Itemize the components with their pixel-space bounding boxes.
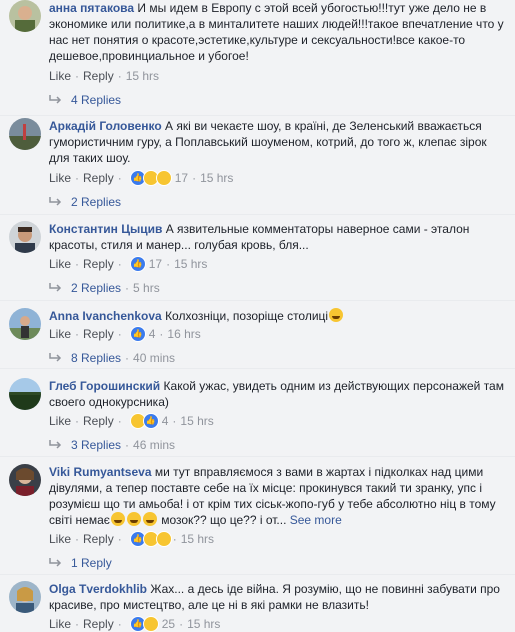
reactions[interactable]: 👍 [129,616,159,632]
comment-timestamp[interactable]: 15 hrs [187,617,220,631]
replies-count: 2 Replies [71,281,122,295]
avatar[interactable] [9,0,41,32]
like-link[interactable]: Like [49,69,71,83]
view-replies-link[interactable]: 2 Replies [49,194,121,210]
like-link[interactable]: Like [49,532,71,546]
comment-timestamp[interactable]: 15 hrs [200,171,233,185]
like-link[interactable]: Like [49,171,71,185]
comment-timestamp[interactable]: 16 hrs [167,327,200,341]
comment-author[interactable]: Viki Rumyantseva [49,465,152,479]
laughing-emoji-icon [142,512,157,526]
like-reaction-icon: 👍 [129,326,146,342]
reply-arrow-icon [49,283,62,292]
reactions[interactable]: 👍 [129,170,172,186]
comment-author[interactable]: анна пятакова [49,1,134,15]
comment-author[interactable]: Olga Tverdokhlib [49,582,147,596]
comment-feed: анна пятакова И мы идем в Европу с этой … [0,0,515,632]
reactions[interactable]: 👍 [129,326,146,342]
reply-link[interactable]: Reply [83,69,114,83]
reaction-count: 17 [148,257,163,271]
like-link[interactable]: Like [49,414,71,428]
avatar[interactable] [9,378,41,410]
laughing-emoji-icon [110,512,125,526]
reply-arrow-icon [49,440,62,449]
reply-arrow-icon [49,558,62,567]
replies-timestamp: 5 hrs [133,281,160,295]
reply-link[interactable]: Reply [83,617,114,631]
reaction-count: 17 [174,171,189,185]
view-replies-link[interactable]: 4 Replies [49,92,121,108]
reply-arrow-icon [49,353,62,362]
reaction-count: 4 [148,327,156,341]
comment-timestamp[interactable]: 15 hrs [180,414,213,428]
reactions[interactable]: 👍 [129,531,172,547]
like-link[interactable]: Like [49,327,71,341]
comment-author[interactable]: Anna Ivanchenkova [49,309,162,323]
reply-link[interactable]: Reply [83,327,114,341]
see-more-link[interactable]: See more [290,513,342,527]
view-replies-link[interactable]: 1 Reply [49,555,112,571]
replies-count: 2 Replies [71,195,122,209]
avatar[interactable] [9,118,41,150]
avatar[interactable] [9,308,41,340]
laughing-emoji-icon [126,512,141,526]
replies-count: 1 Reply [71,556,112,570]
replies-timestamp: 40 mins [133,351,176,365]
reply-arrow-icon [49,197,62,206]
comment-author[interactable]: Константин Цыцив [49,222,162,236]
replies-count: 4 Replies [71,93,122,107]
reply-arrow-icon [49,95,62,104]
like-reaction-icon: 👍 [129,256,146,272]
comment-author[interactable]: Аркадій Головенко [49,119,162,133]
reactions[interactable]: 👍 [129,413,159,429]
haha-reaction-icon [142,616,159,632]
comment-timestamp[interactable]: 15 hrs [126,69,159,83]
comment-author[interactable]: Глеб Горошинский [49,379,160,393]
view-replies-link[interactable]: 8 Replies · 40 mins [49,350,175,366]
wow-reaction-icon [155,170,172,186]
avatar[interactable] [9,221,41,253]
reply-link[interactable]: Reply [83,257,114,271]
like-link[interactable]: Like [49,617,71,631]
persevering-emoji-icon [329,308,344,322]
reaction-count: 25 [161,617,176,631]
comment-timestamp[interactable]: 15 hrs [174,257,207,271]
replies-timestamp: 46 mins [133,438,176,452]
replies-count: 3 Replies [71,438,122,452]
like-reaction-icon: 👍 [142,413,159,429]
reply-link[interactable]: Reply [83,171,114,185]
avatar[interactable] [9,581,41,613]
reply-link[interactable]: Reply [83,414,114,428]
comment-timestamp[interactable]: 15 hrs [181,532,214,546]
reaction-count: 4 [161,414,169,428]
sad-reaction-icon [155,531,172,547]
comment-text: Колхозніци, позоріще столиці [165,309,329,323]
avatar[interactable] [9,464,41,496]
reactions[interactable]: 👍 [129,256,146,272]
view-replies-link[interactable]: 3 Replies · 46 mins [49,437,175,453]
reply-link[interactable]: Reply [83,532,114,546]
like-link[interactable]: Like [49,257,71,271]
comment-text-tail: мозок?? що це?? і от... [157,513,287,527]
view-replies-link[interactable]: 2 Replies · 5 hrs [49,280,160,296]
replies-count: 8 Replies [71,351,122,365]
